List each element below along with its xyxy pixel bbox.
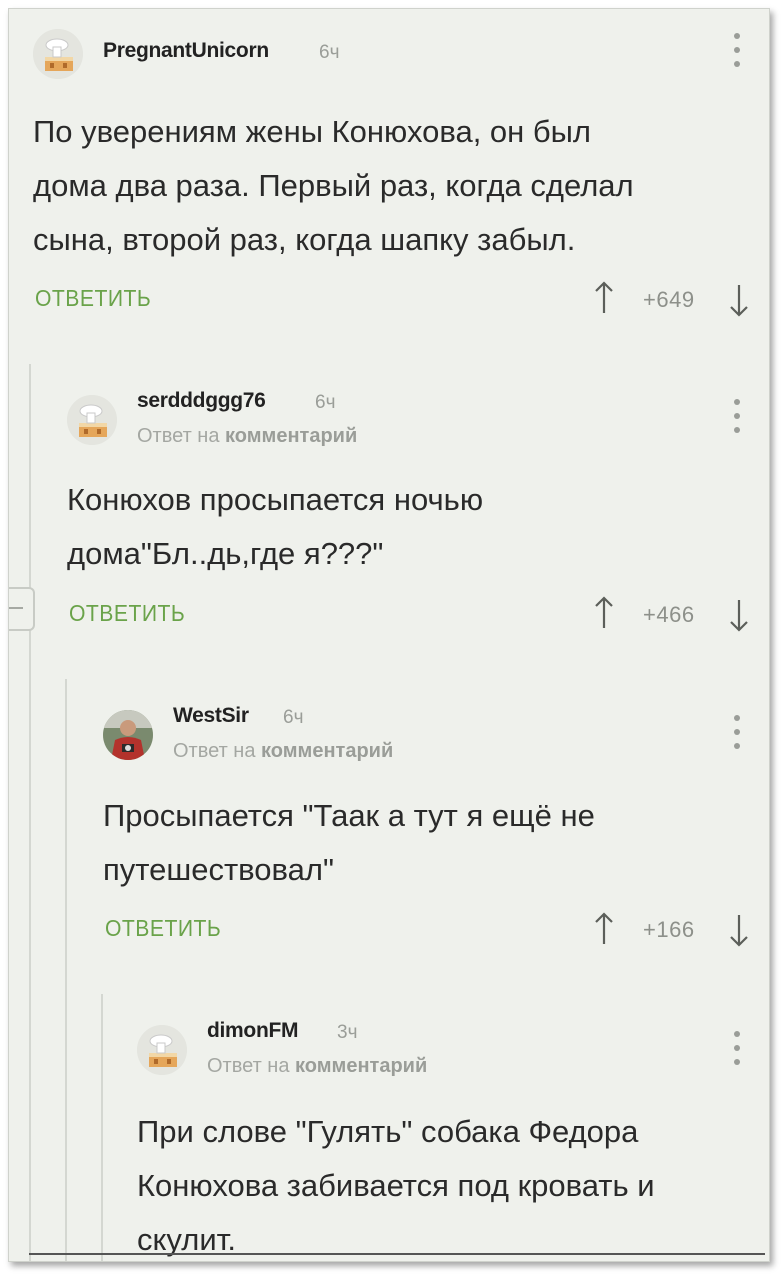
downvote-icon[interactable]	[728, 283, 750, 317]
comments-panel: PregnantUnicorn 6ч По уверениям жены Кон…	[8, 8, 770, 1262]
user-photo-icon	[103, 710, 153, 760]
upvote-icon[interactable]	[593, 596, 615, 630]
downvote-icon[interactable]	[728, 913, 750, 947]
cake-icon	[137, 1025, 187, 1075]
comment-score: +466	[643, 602, 695, 627]
cake-icon	[33, 29, 83, 79]
comment-time: 6ч	[315, 392, 336, 413]
avatar[interactable]	[103, 710, 153, 760]
username[interactable]: PregnantUnicorn	[103, 39, 269, 63]
comment-text: По уверениям жены Конюхова, он был дома …	[33, 114, 634, 257]
upvote-icon[interactable]	[593, 281, 615, 315]
collapse-thread-button[interactable]	[9, 587, 35, 631]
comment-text: При слове "Гулять" собака Федора Конюхов…	[137, 1114, 655, 1257]
username[interactable]: dimonFM	[207, 1019, 299, 1043]
reply-to-link[interactable]: Ответ на комментарий	[207, 1055, 427, 1078]
thread-line	[101, 994, 103, 1261]
comment-score: +649	[643, 287, 695, 312]
downvote-icon[interactable]	[728, 598, 750, 632]
reply-to-link[interactable]: Ответ на комментарий	[173, 740, 393, 763]
more-options-icon[interactable]	[732, 399, 742, 433]
comment-score: +166	[643, 917, 695, 942]
comment-time: 6ч	[319, 42, 340, 63]
comment-time: 6ч	[283, 707, 304, 728]
more-options-icon[interactable]	[732, 715, 742, 749]
username[interactable]: serdddggg76	[137, 389, 266, 413]
comment-text: Просыпается "Таак а тут я ещё не путешес…	[103, 798, 595, 887]
username[interactable]: WestSir	[173, 704, 249, 728]
upvote-icon[interactable]	[593, 912, 615, 946]
reply-button[interactable]: ОТВЕТИТЬ	[35, 285, 151, 312]
comment-time: 3ч	[337, 1022, 358, 1043]
thread-line	[65, 679, 67, 1261]
thread-line	[29, 364, 31, 1261]
avatar[interactable]	[67, 395, 117, 445]
reply-to-link[interactable]: Ответ на комментарий	[137, 425, 357, 448]
more-options-icon[interactable]	[732, 1031, 742, 1065]
reply-button[interactable]: ОТВЕТИТЬ	[69, 600, 185, 627]
reply-button[interactable]: ОТВЕТИТЬ	[105, 915, 221, 942]
avatar[interactable]	[33, 29, 83, 79]
divider	[29, 1253, 765, 1255]
cake-icon	[67, 395, 117, 445]
more-options-icon[interactable]	[732, 33, 742, 67]
comment-text: Конюхов просыпается ночью дома"Бл..дь,гд…	[67, 482, 484, 571]
avatar[interactable]	[137, 1025, 187, 1075]
